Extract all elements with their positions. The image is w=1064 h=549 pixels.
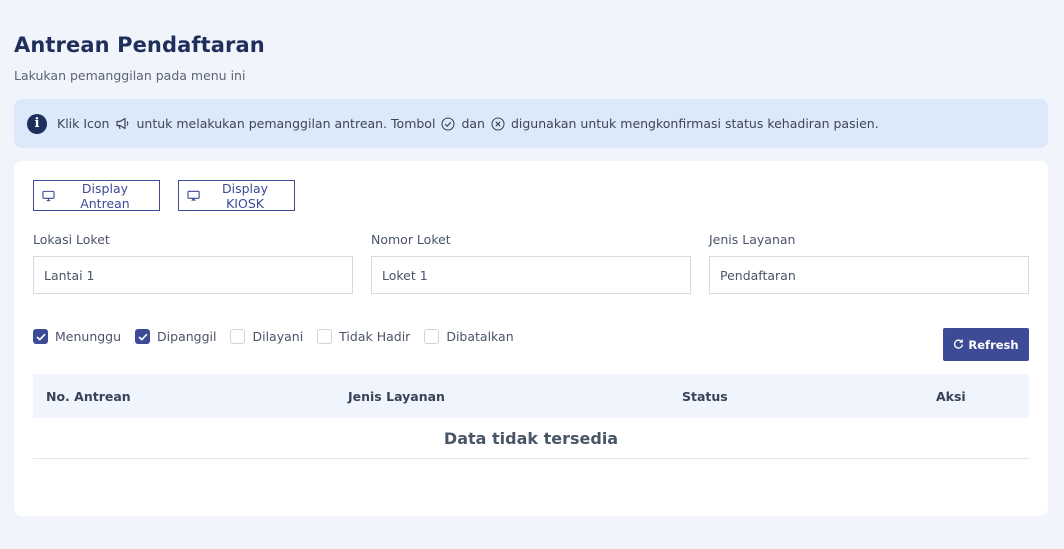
status-filters: Menunggu Dipanggil Dilayani Tidak Hadir … <box>33 329 528 344</box>
column-no-antrean: No. Antrean <box>46 389 131 404</box>
filter-dibatalkan[interactable]: Dibatalkan <box>424 329 514 344</box>
x-circle-icon <box>491 116 505 131</box>
jenis-layanan-input[interactable] <box>709 256 1029 294</box>
megaphone-icon <box>115 117 130 130</box>
jenis-layanan-label: Jenis Layanan <box>709 232 796 247</box>
lokasi-loket-label: Lokasi Loket <box>33 232 110 247</box>
tidak-hadir-checkbox[interactable] <box>317 329 333 344</box>
empty-table-message: Data tidak tersedia <box>33 418 1029 459</box>
dipanggil-checkbox[interactable] <box>135 329 151 344</box>
tidak-hadir-label: Tidak Hadir <box>339 329 411 344</box>
cast-icon <box>187 190 200 201</box>
column-aksi: Aksi <box>936 389 966 404</box>
lokasi-loket-input[interactable] <box>33 256 353 294</box>
dibatalkan-label: Dibatalkan <box>446 329 514 344</box>
display-kiosk-label: Display KIOSK <box>221 180 269 211</box>
dibatalkan-checkbox[interactable] <box>424 329 440 344</box>
info-icon: i <box>27 113 47 134</box>
dilayani-label: Dilayani <box>252 329 304 344</box>
refresh-button[interactable]: Refresh <box>943 328 1029 361</box>
nomor-loket-label: Nomor Loket <box>371 232 451 247</box>
alert-text-middle: untuk melakukan pemanggilan antrean. Tom… <box>136 116 436 131</box>
column-status: Status <box>682 389 728 404</box>
menunggu-label: Menunggu <box>55 329 122 344</box>
display-kiosk-button[interactable]: Display KIOSK <box>178 180 295 211</box>
column-jenis-layanan: Jenis Layanan <box>348 389 445 404</box>
alert-text-between: dan <box>461 116 485 131</box>
alert-text-before: Klik Icon <box>57 116 110 131</box>
nomor-loket-input[interactable] <box>371 256 691 294</box>
queue-card: Display Antrean Display KIOSK Lokasi Lok… <box>14 161 1048 516</box>
display-antrean-label: Display Antrean <box>80 180 130 211</box>
filter-dilayani[interactable]: Dilayani <box>230 329 303 344</box>
check-circle-icon <box>441 116 455 131</box>
alert-text-end: digunakan untuk mengkonfirmasi status ke… <box>510 116 879 131</box>
dilayani-checkbox[interactable] <box>230 329 246 344</box>
page-title: Antrean Pendaftaran <box>14 33 265 57</box>
filter-dipanggil[interactable]: Dipanggil <box>135 329 216 344</box>
filter-menunggu[interactable]: Menunggu <box>33 329 121 344</box>
display-antrean-button[interactable]: Display Antrean <box>33 180 160 211</box>
page-subtitle: Lakukan pemanggilan pada menu ini <box>14 68 246 83</box>
refresh-icon <box>954 339 964 349</box>
menunggu-checkbox[interactable] <box>33 329 48 344</box>
refresh-label: Refresh <box>968 337 1019 352</box>
dipanggil-label: Dipanggil <box>157 329 217 344</box>
table-header: No. Antrean Jenis Layanan Status Aksi <box>33 374 1029 418</box>
info-alert: i Klik Icon untuk melakukan pemanggilan … <box>14 99 1048 148</box>
monitor-icon <box>42 190 55 201</box>
filter-tidak-hadir[interactable]: Tidak Hadir <box>317 329 410 344</box>
